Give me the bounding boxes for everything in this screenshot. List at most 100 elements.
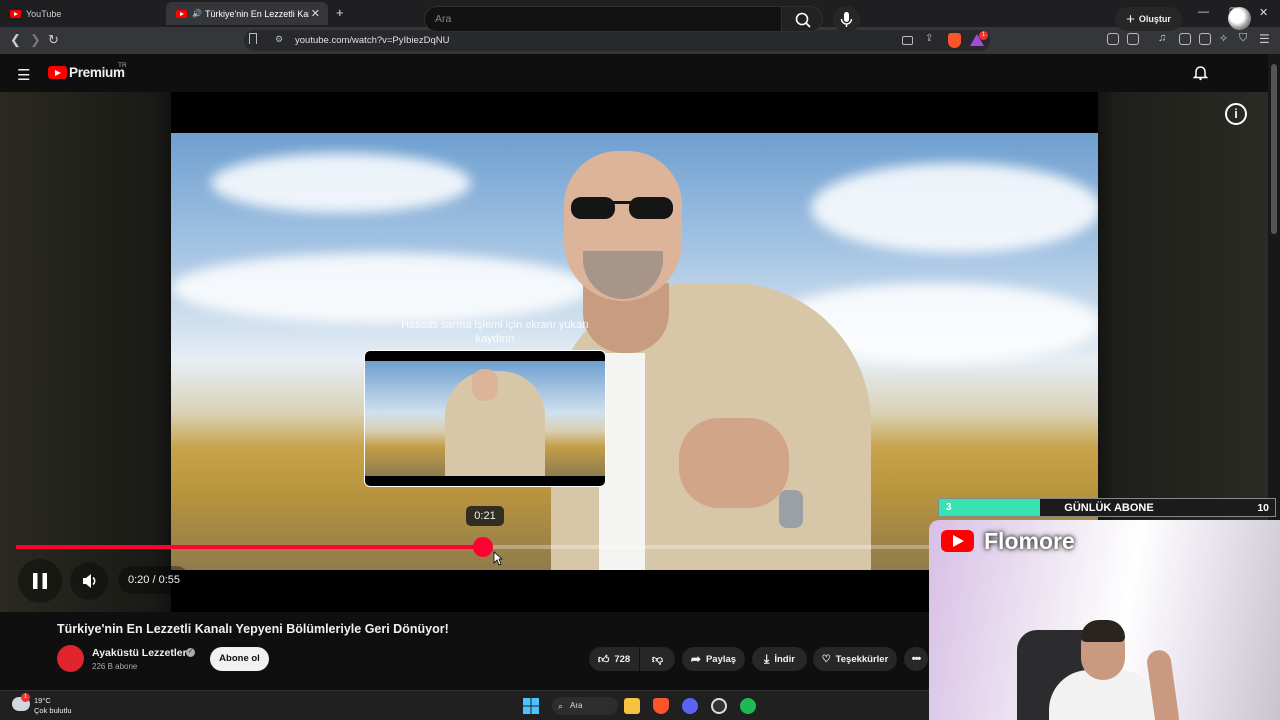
- youtube-favicon-icon: [176, 9, 187, 18]
- minimize-icon[interactable]: —: [1198, 6, 1209, 18]
- time-display: 0:20 / 0:55: [118, 566, 190, 594]
- tab-search-icon[interactable]: [1199, 33, 1211, 45]
- pause-button[interactable]: [18, 559, 62, 603]
- seek-hint-text: Hassas sarma işlemi için ekranı yukarı k…: [401, 319, 589, 345]
- like-button[interactable]: 👍︎ 728: [589, 647, 639, 671]
- weather-description: Çok bulutlu: [34, 706, 72, 715]
- cast-icon[interactable]: [902, 36, 913, 45]
- dislike-button[interactable]: 👎︎: [640, 647, 675, 671]
- sunglasses: [571, 197, 673, 219]
- search-placeholder: Ara: [435, 13, 452, 25]
- daily-subscriber-goal-bar: 3 GÜNLÜK ABONE 10: [938, 498, 1276, 517]
- wristwatch: [779, 490, 803, 528]
- channel-name[interactable]: Ayaküstü Lezzetler: [92, 647, 187, 659]
- progress-played: [16, 545, 484, 549]
- thanks-label: Teşekkürler: [835, 653, 889, 665]
- share-button[interactable]: ➦ Paylaş: [682, 647, 745, 671]
- video-title: Türkiye'nin En Lezzetli Kanalı Yepyeni B…: [57, 622, 449, 636]
- search-icon: ⌕: [558, 701, 564, 711]
- logo-text: Premium: [69, 65, 125, 80]
- share-label: Paylaş: [705, 653, 737, 665]
- download-button[interactable]: ⤓ İndir: [752, 647, 807, 671]
- thumbs-down-icon: 👎︎: [651, 653, 664, 666]
- menu-icon[interactable]: ☰: [1259, 32, 1270, 46]
- url-text: youtube.com/watch?v=PyIbiezDqNU: [295, 35, 450, 46]
- file-explorer-icon[interactable]: [624, 698, 640, 714]
- account-avatar[interactable]: [1228, 7, 1251, 30]
- music-icon[interactable]: ♫: [1158, 32, 1166, 44]
- streamer-name: Flomore: [984, 528, 1075, 554]
- scrollbar-thumb[interactable]: [1271, 64, 1277, 234]
- extensions-icon[interactable]: [1107, 33, 1119, 45]
- weather-badge: 1: [21, 693, 30, 702]
- leo-ai-icon[interactable]: ✧: [1219, 32, 1228, 45]
- download-label: İndir: [774, 653, 795, 665]
- tab-title: Türkiye'nin En Lezzetli Kanalı: [204, 8, 309, 19]
- brave-browser-icon[interactable]: [653, 698, 669, 714]
- subscribe-button[interactable]: Abone ol: [210, 647, 269, 671]
- forward-icon[interactable]: ❯: [30, 32, 41, 48]
- more-dots-icon: •••: [911, 653, 922, 665]
- rewards-badge: 1: [979, 31, 988, 40]
- volume-button[interactable]: [70, 562, 108, 600]
- verified-check-icon: ✓: [186, 648, 195, 657]
- thanks-button[interactable]: ♡ Teşekkürler: [813, 647, 897, 671]
- notifications-bell-icon[interactable]: [1192, 64, 1209, 81]
- more-actions-button[interactable]: •••: [904, 647, 928, 671]
- share-icon[interactable]: ⇪: [925, 33, 933, 44]
- youtube-logo-icon: [941, 530, 974, 552]
- goal-label: GÜNLÜK ABONE: [1064, 502, 1154, 514]
- back-icon[interactable]: ❮: [10, 32, 21, 48]
- tab-youtube[interactable]: YouTube: [0, 2, 160, 25]
- wallet-icon[interactable]: [1127, 33, 1139, 45]
- goal-target: 10: [1257, 502, 1269, 514]
- plus-icon: +: [1126, 10, 1135, 28]
- search-icon: [795, 12, 811, 28]
- youtube-play-logo-icon: [48, 66, 67, 79]
- search-button[interactable]: [781, 6, 823, 32]
- share-arrow-icon: ➦: [690, 652, 701, 666]
- microphone-icon: [840, 12, 853, 27]
- thumbs-up-icon: 👍︎: [597, 653, 610, 666]
- like-count: 728: [614, 653, 631, 665]
- vpn-shield-icon[interactable]: ⛉: [1239, 32, 1247, 45]
- channel-avatar[interactable]: [57, 645, 84, 672]
- close-tab-icon[interactable]: ✕: [311, 7, 320, 20]
- windows-start-icon[interactable]: [523, 698, 539, 714]
- volume-icon: [83, 574, 96, 588]
- streamer-hair: [1081, 620, 1125, 642]
- pause-icon: [33, 573, 47, 589]
- taskbar-search[interactable]: ⌕ Ara: [552, 697, 618, 715]
- youtube-header: ☰ Premium TR: [0, 54, 1268, 92]
- create-button[interactable]: + Oluştur: [1115, 7, 1182, 31]
- new-tab-plus-icon[interactable]: +: [336, 5, 344, 20]
- tab-active-video[interactable]: 🔊 Türkiye'nin En Lezzetli Kanalı ✕: [166, 2, 328, 25]
- subscriber-count: 226 B abone: [92, 662, 138, 671]
- address-bar[interactable]: ⚙ youtube.com/watch?v=PyIbiezDqNU ⇪ 1: [244, 30, 990, 51]
- streamer-webcam: Flomore: [929, 520, 1280, 720]
- temperature: 19°C: [34, 696, 51, 705]
- country-code: TR: [118, 62, 127, 69]
- info-icon[interactable]: i: [1225, 103, 1247, 125]
- goal-current: 3: [946, 502, 952, 513]
- discord-icon[interactable]: [682, 698, 698, 714]
- download-icon: ⤓: [764, 651, 770, 666]
- spotify-icon[interactable]: [740, 698, 756, 714]
- voice-search-button[interactable]: [833, 6, 860, 33]
- search-input[interactable]: Ara: [424, 6, 782, 32]
- audio-playing-icon: 🔊: [192, 9, 202, 18]
- taskbar-search-label: Ara: [570, 701, 583, 710]
- mouse-cursor-icon: [493, 551, 503, 566]
- preview-presenter-head: [472, 369, 498, 401]
- bookmark-icon[interactable]: [249, 33, 257, 44]
- youtube-favicon-icon: [10, 9, 21, 18]
- create-label: Oluştur: [1138, 14, 1171, 24]
- brave-shields-icon[interactable]: [948, 33, 961, 48]
- close-window-icon[interactable]: ✕: [1259, 6, 1268, 19]
- sidebar-icon[interactable]: [1179, 33, 1191, 45]
- hamburger-menu-icon[interactable]: ☰: [17, 66, 30, 84]
- goal-fill: [939, 499, 1040, 516]
- reload-icon[interactable]: ↻: [48, 32, 59, 48]
- obs-icon[interactable]: [711, 698, 727, 714]
- site-settings-icon[interactable]: ⚙: [275, 34, 283, 45]
